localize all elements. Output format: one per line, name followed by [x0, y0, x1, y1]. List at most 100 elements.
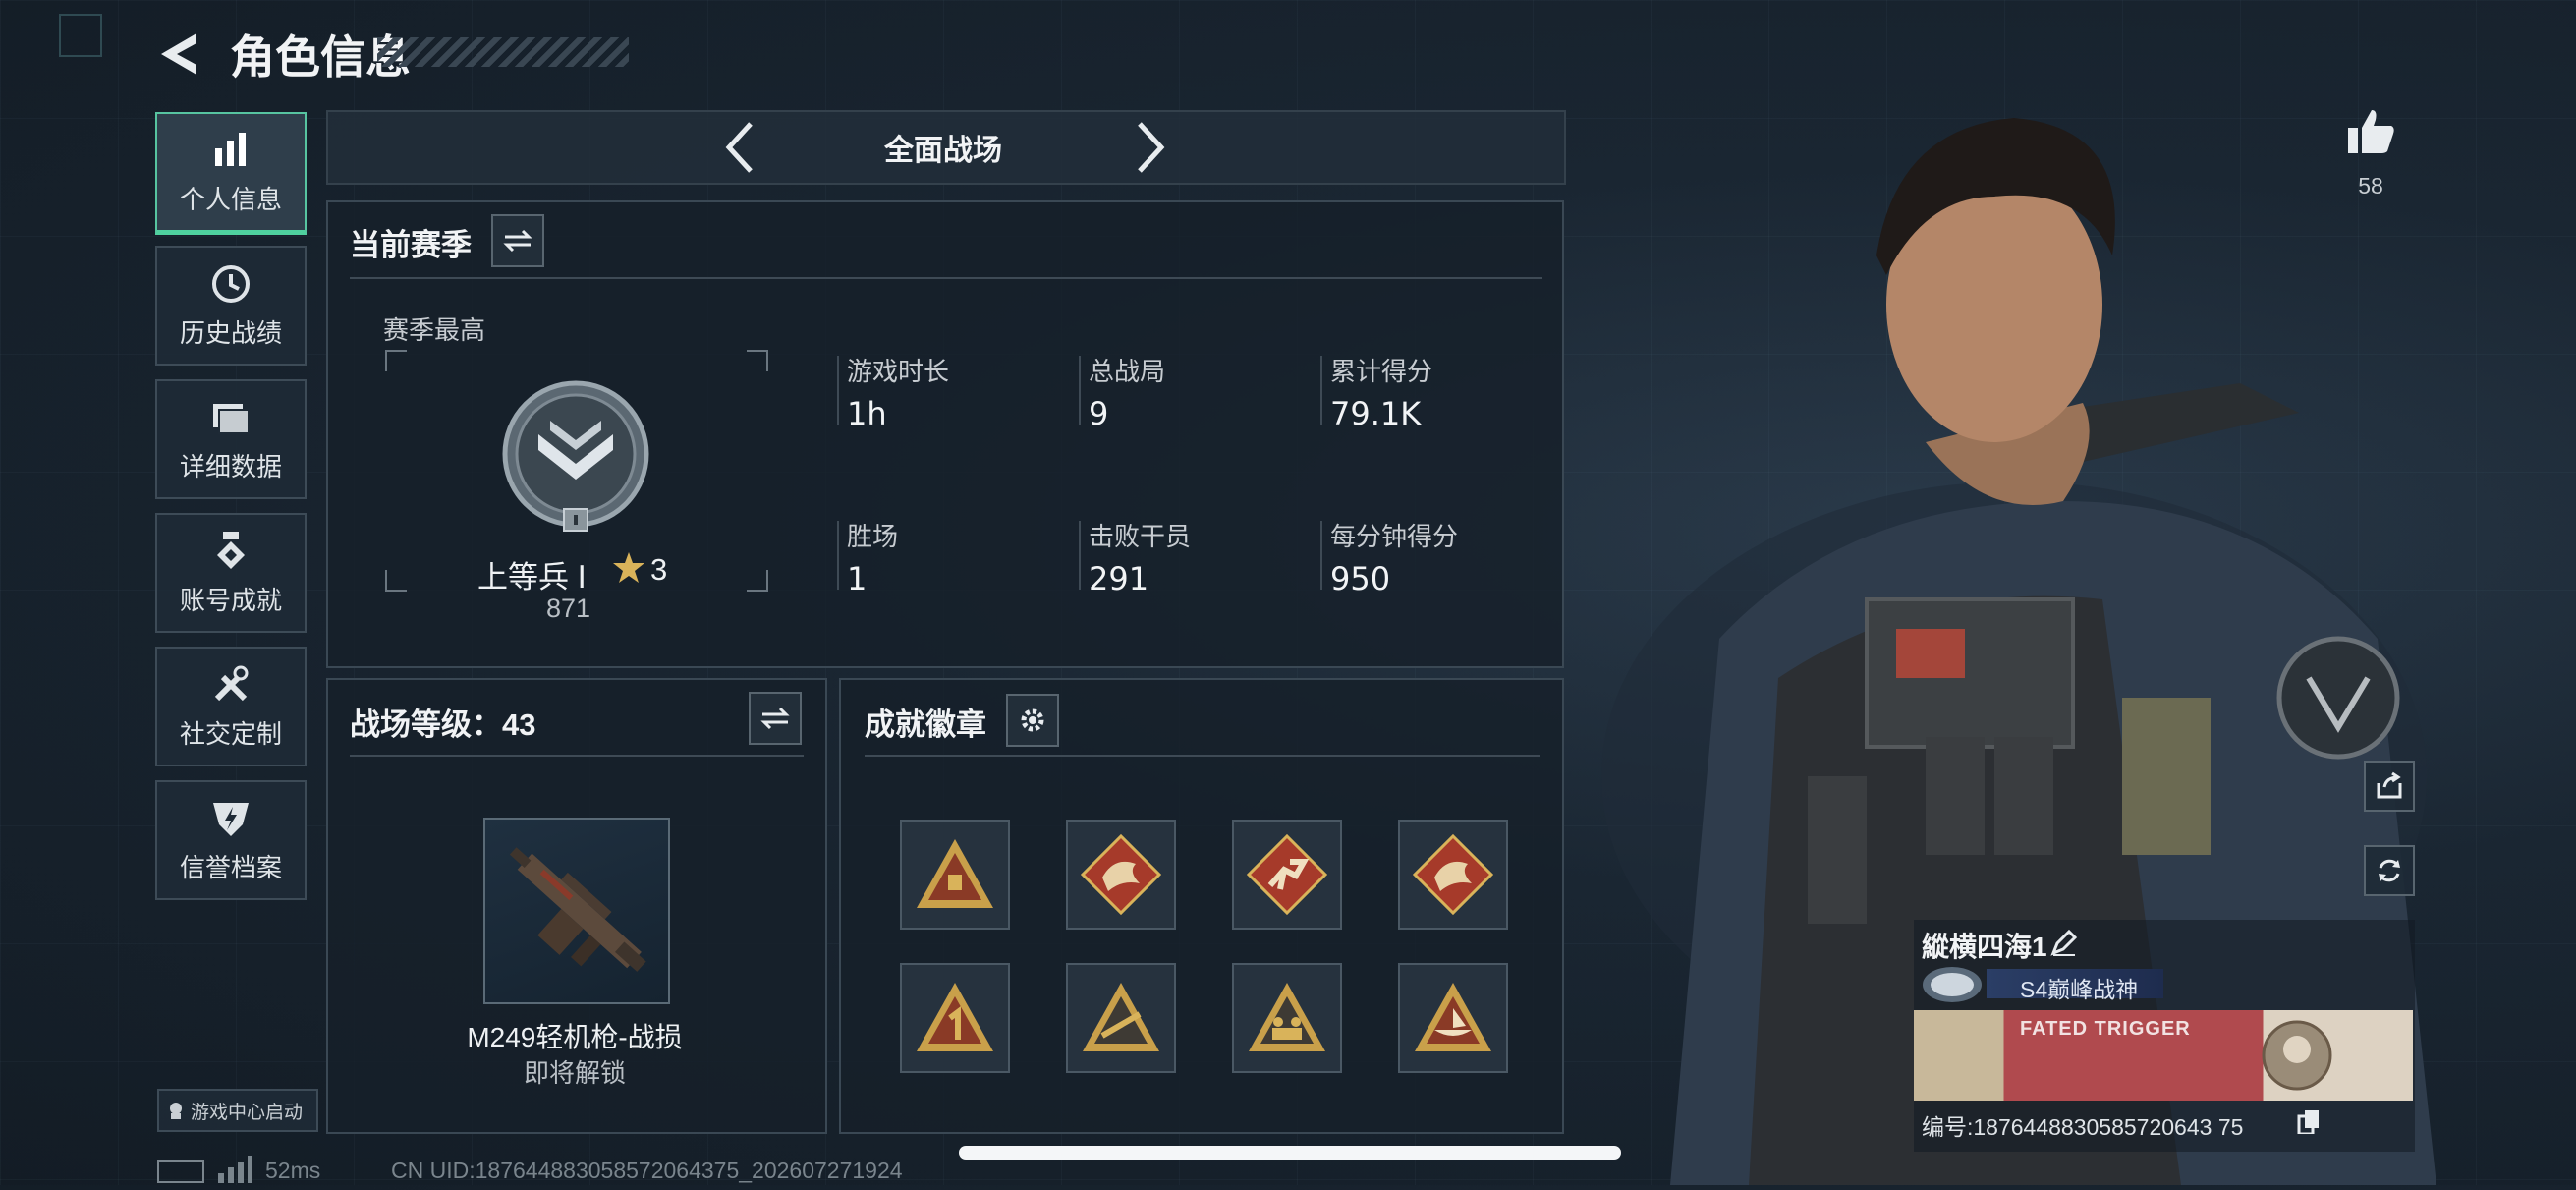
home-indicator[interactable] — [959, 1146, 1621, 1160]
sidebar-item-history[interactable]: 历史战绩 — [155, 246, 307, 366]
sidebar-item-label: 详细数据 — [179, 451, 282, 482]
player-title-badge: S4巅峰战神 — [1987, 969, 2163, 1002]
prev-mode-button[interactable] — [721, 118, 760, 177]
next-mode-button[interactable] — [1130, 118, 1169, 177]
weapon-m249-icon — [509, 847, 646, 972]
achievements-settings-button[interactable] — [1006, 694, 1059, 747]
player-id: 编号:1876448830585720643 75 — [1922, 1114, 2244, 1140]
stat-separator — [837, 521, 839, 590]
section-divider — [350, 755, 804, 757]
thumbs-up-icon — [2348, 110, 2394, 153]
achievement-badge[interactable] — [1066, 820, 1176, 930]
rank-name: 上等兵 Ⅰ — [477, 560, 587, 595]
achievement-badge[interactable] — [900, 963, 1010, 1073]
shield-icon — [213, 802, 249, 836]
season-switch-button[interactable] — [491, 214, 544, 267]
squad-badge-icon — [1249, 983, 1325, 1051]
stat-separator — [1320, 356, 1322, 425]
game-center-badge[interactable]: 游戏中心启动 — [157, 1089, 318, 1132]
battlefield-level-title: 战场等级：43 — [350, 708, 536, 742]
battery-icon — [157, 1160, 204, 1183]
rank-emblem — [499, 377, 652, 535]
chevron-right-icon — [1138, 122, 1165, 173]
ping-value: 52ms — [265, 1158, 321, 1183]
stat-value-total-score: 79.1K — [1330, 395, 1422, 432]
frame-corner — [385, 570, 407, 592]
like-button[interactable] — [2344, 106, 2397, 157]
share-button[interactable] — [2364, 761, 2415, 812]
sidebar-item-label: 账号成就 — [179, 585, 282, 615]
frame-corner — [747, 570, 768, 592]
weapon-name: M249轻机枪-战损 — [467, 1022, 683, 1052]
player-banner[interactable]: FATED TRIGGER — [1914, 1010, 2413, 1101]
stat-label-playtime: 游戏时长 — [847, 357, 950, 386]
edit-name-button[interactable] — [2049, 928, 2079, 957]
achievement-badge[interactable] — [1398, 820, 1508, 930]
back-button[interactable] — [157, 29, 202, 79]
chevron-left-icon — [725, 122, 753, 173]
like-count: 58 — [2358, 173, 2383, 198]
stat-label-total-matches: 总战局 — [1089, 357, 1166, 386]
dragon-badge-icon — [1412, 833, 1494, 916]
copy-id-button[interactable] — [2297, 1108, 2321, 1136]
stat-value-kills: 291 — [1089, 560, 1149, 597]
sidebar-item-label: 社交定制 — [179, 718, 282, 749]
rank-stars-count: 3 — [650, 552, 668, 587]
level-switch-button[interactable] — [749, 692, 802, 745]
dragon-badge-icon — [1080, 833, 1162, 916]
triangle-badge-icon — [917, 839, 993, 908]
sidebar-item-label: 信誉档案 — [179, 852, 282, 882]
weapon-status: 即将解锁 — [523, 1058, 626, 1088]
rank-chevron-icon — [502, 380, 649, 532]
sidebar-item-label: 个人信息 — [179, 184, 282, 214]
stat-separator — [1079, 521, 1081, 590]
stat-label-total-score: 累计得分 — [1330, 357, 1433, 386]
stat-value-playtime: 1h — [847, 395, 887, 432]
stat-label-score-per-minute: 每分钟得分 — [1330, 522, 1459, 551]
achievement-badge[interactable] — [900, 820, 1010, 930]
history-clock-icon — [212, 264, 250, 303]
title-stripes — [377, 37, 629, 67]
sidebar-item-social[interactable]: 社交定制 — [155, 647, 307, 766]
runner-badge-icon — [1246, 833, 1328, 916]
refresh-icon — [2379, 859, 2400, 882]
back-arrow-icon — [161, 33, 196, 75]
stat-label-wins: 胜场 — [847, 522, 899, 551]
crest-icon — [1923, 967, 1982, 1002]
sidebar-item-detailed-data[interactable]: 详细数据 — [155, 379, 307, 499]
corner-decoration — [59, 14, 102, 57]
bar-chart-icon — [215, 132, 246, 166]
sidebar-item-achievements[interactable]: 账号成就 — [155, 513, 307, 633]
mode-label: 全面战场 — [884, 135, 1002, 167]
game-center-label: 游戏中心启动 — [191, 1102, 304, 1123]
sidebar-item-personal-info[interactable]: 个人信息 — [155, 112, 307, 235]
frame-corner — [385, 350, 407, 371]
achievements-title: 成就徽章 — [865, 708, 986, 742]
stat-value-wins: 1 — [847, 560, 868, 597]
player-title: S4巅峰战神 — [2020, 977, 2139, 1002]
title-emblem — [1918, 963, 1987, 1006]
stat-separator — [1079, 356, 1081, 425]
pencil-icon — [2050, 929, 2078, 956]
frame-corner — [747, 350, 768, 371]
section-divider — [865, 755, 1540, 757]
uid-text: CN UID:187644883058572064375_20260727192… — [391, 1158, 903, 1183]
medal-icon — [217, 531, 245, 569]
swap-icon — [503, 229, 532, 253]
rank-star-icon — [611, 550, 646, 591]
achievement-badge[interactable] — [1232, 963, 1342, 1073]
rank-points: 871 — [546, 594, 591, 623]
weapon-card[interactable] — [483, 818, 670, 1004]
banner-text: FATED TRIGGER — [2020, 1018, 2191, 1040]
sidebar-item-reputation[interactable]: 信誉档案 — [155, 780, 307, 900]
achievement-badge[interactable] — [1232, 820, 1342, 930]
achievement-badge[interactable] — [1066, 963, 1176, 1073]
refresh-button[interactable] — [2364, 845, 2415, 896]
stat-value-score-per-minute: 950 — [1330, 560, 1391, 597]
section-divider — [350, 277, 1542, 279]
achievement-badge[interactable] — [1398, 963, 1508, 1073]
stat-separator — [837, 356, 839, 425]
stat-separator — [1320, 521, 1322, 590]
season-highest-label: 赛季最高 — [383, 315, 486, 345]
signal-icon — [216, 1154, 252, 1188]
